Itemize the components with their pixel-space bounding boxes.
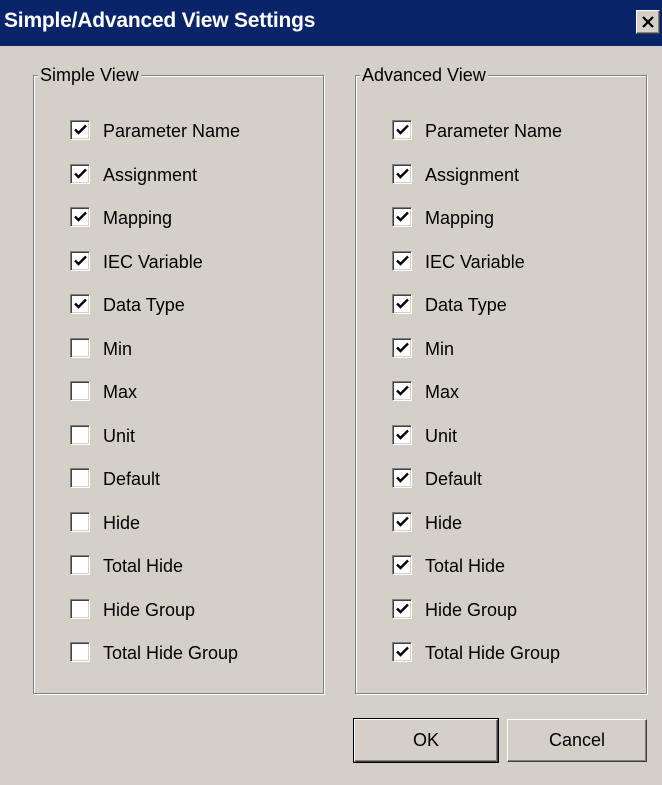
checkbox-label: Max — [103, 382, 138, 402]
checkmark-icon — [74, 298, 87, 309]
checkbox-label: Total Hide — [425, 556, 506, 576]
checkbox-box[interactable] — [70, 120, 90, 140]
checkbox-box[interactable] — [392, 555, 412, 575]
title-bar[interactable]: Simple/Advanced View Settings — [0, 0, 662, 46]
cancel-button[interactable]: Cancel — [507, 719, 647, 762]
checkbox-box[interactable] — [70, 294, 90, 314]
checkbox-label: Total Hide — [103, 556, 184, 576]
checkbox-box[interactable] — [70, 555, 90, 575]
checkbox-box[interactable] — [392, 424, 412, 445]
checkbox-box[interactable] — [392, 642, 412, 662]
checkbox-box[interactable] — [70, 207, 90, 227]
checkmark-icon — [74, 255, 87, 266]
checkbox-box[interactable] — [392, 511, 412, 532]
checkbox-label: Hide Group — [425, 599, 518, 620]
checkbox-box[interactable] — [70, 381, 90, 401]
checkbox-label: Hide Group — [103, 599, 196, 620]
checkbox-label: Mapping — [103, 208, 173, 228]
checkbox-label: Parameter Name — [425, 121, 563, 141]
checkbox-box[interactable] — [70, 250, 90, 271]
close-button[interactable] — [636, 10, 660, 34]
checkbox-label: Data Type — [103, 295, 185, 315]
checkmark-icon — [396, 298, 409, 309]
checkmark-icon — [396, 342, 409, 353]
checkmark-icon — [396, 429, 409, 440]
checkmark-icon — [396, 646, 409, 657]
close-x-icon — [642, 16, 654, 28]
checkbox-label: Hide — [425, 512, 463, 533]
checkbox-box[interactable] — [70, 163, 90, 184]
checkbox-box[interactable] — [392, 468, 412, 488]
checkbox-box[interactable] — [392, 381, 412, 401]
checkbox-label: Assignment — [425, 164, 520, 185]
checkmark-icon — [396, 603, 409, 614]
checkmark-icon — [396, 255, 409, 266]
checkmark-icon — [396, 168, 409, 179]
checkbox-label: Assignment — [103, 164, 198, 185]
checkbox-box[interactable] — [70, 424, 90, 445]
checkbox-label: Hide — [103, 512, 141, 533]
checkbox-box[interactable] — [70, 468, 90, 488]
advanced-view-group: Advanced View Parameter Name Assignment Ma… — [355, 64, 647, 694]
checkbox-label: Min — [103, 338, 133, 359]
checkbox-box[interactable] — [70, 642, 90, 662]
checkbox-label: Default — [103, 469, 161, 489]
checkbox-box[interactable] — [70, 337, 90, 358]
checkmark-icon — [396, 472, 409, 483]
checkmark-icon — [396, 124, 409, 135]
settings-dialog: Simple/Advanced View Settings Simple Vie… — [0, 0, 662, 785]
simple-view-group: Simple View Parameter Name Assignment Mapp… — [33, 64, 324, 694]
checkbox-label: Parameter Name — [103, 121, 241, 141]
checkbox-box[interactable] — [392, 163, 412, 184]
checkbox-label: Mapping — [425, 208, 495, 228]
checkbox-label: IEC Variable — [103, 251, 203, 272]
checkbox-label: Default — [425, 469, 483, 489]
ok-button[interactable]: OK — [353, 718, 499, 763]
checkmark-icon — [396, 516, 409, 527]
checkmark-icon — [74, 168, 87, 179]
checkbox-box[interactable] — [392, 250, 412, 271]
checkbox-box[interactable] — [70, 511, 90, 532]
simple-view-legend: Simple View — [38, 64, 141, 86]
dialog-title: Simple/Advanced View Settings — [4, 9, 316, 32]
checkbox-box[interactable] — [392, 598, 412, 619]
checkbox-box[interactable] — [392, 294, 412, 314]
checkbox-box[interactable] — [392, 207, 412, 227]
checkmark-icon — [396, 559, 409, 570]
checkbox-label: Total Hide Group — [425, 643, 561, 663]
checkbox-label: Min — [425, 338, 455, 359]
checkbox-label: Total Hide Group — [103, 643, 239, 663]
checkmark-icon — [74, 211, 87, 222]
checkbox-label: IEC Variable — [425, 251, 525, 272]
checkbox-box[interactable] — [392, 120, 412, 140]
checkmark-icon — [396, 385, 409, 396]
checkbox-label: Data Type — [425, 295, 507, 315]
checkbox-box[interactable] — [392, 337, 412, 358]
checkbox-label: Unit — [103, 425, 136, 446]
checkbox-label: Max — [425, 382, 460, 402]
checkmark-icon — [396, 211, 409, 222]
advanced-view-legend: Advanced View — [360, 64, 488, 86]
checkbox-label: Unit — [425, 425, 458, 446]
checkmark-icon — [74, 124, 87, 135]
checkbox-box[interactable] — [70, 598, 90, 619]
